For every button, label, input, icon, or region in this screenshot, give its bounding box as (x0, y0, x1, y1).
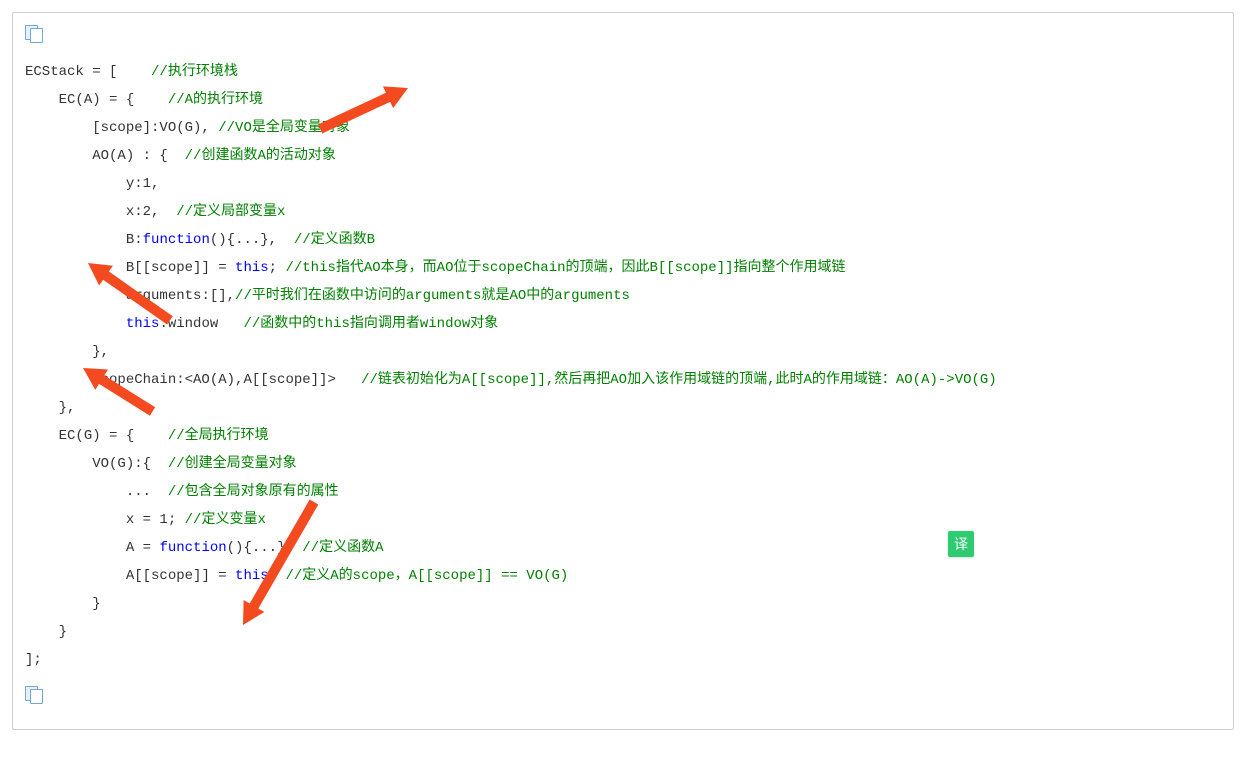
code-line: x = 1; //定义变量x (25, 506, 1221, 534)
code-line: EC(G) = { //全局执行环境 (25, 422, 1221, 450)
code-line: B:function(){...}, //定义函数B (25, 226, 1221, 254)
translate-badge[interactable]: 译 (948, 531, 974, 557)
code-line: this:window //函数中的this指向调用者window对象 (25, 310, 1221, 338)
code-line: arguments:[],//平时我们在函数中访问的arguments就是AO中… (25, 282, 1221, 310)
code-line: y:1, (25, 170, 1221, 198)
code-line: [scope]:VO(G), //VO是全局变量对象 (25, 114, 1221, 142)
code-line: ... //包含全局对象原有的属性 (25, 478, 1221, 506)
code-line: x:2, //定义局部变量x (25, 198, 1221, 226)
code-line: } (25, 590, 1221, 618)
code-block-container: ECStack = [ //执行环境栈 EC(A) = { //A的执行环境 [… (12, 12, 1234, 730)
code-line: A = function(){...}; //定义函数A (25, 534, 1221, 562)
code-line: }, (25, 338, 1221, 366)
code-line: ]; (25, 646, 1221, 674)
code-line: AO(A) : { //创建函数A的活动对象 (25, 142, 1221, 170)
code-line: scopeChain:<AO(A),A[[scope]]> //链表初始化为A[… (25, 366, 1221, 394)
code-line: A[[scope]] = this; //定义A的scope，A[[scope]… (25, 562, 1221, 590)
copy-icon[interactable] (25, 686, 43, 700)
code-content: ECStack = [ //执行环境栈 EC(A) = { //A的执行环境 [… (25, 58, 1221, 674)
code-line: ECStack = [ //执行环境栈 (25, 58, 1221, 86)
code-line: VO(G):{ //创建全局变量对象 (25, 450, 1221, 478)
code-line: } (25, 618, 1221, 646)
code-line: EC(A) = { //A的执行环境 (25, 86, 1221, 114)
copy-icon[interactable] (25, 25, 43, 39)
code-line: }, (25, 394, 1221, 422)
code-line: B[[scope]] = this; //this指代AO本身，而AO位于sco… (25, 254, 1221, 282)
